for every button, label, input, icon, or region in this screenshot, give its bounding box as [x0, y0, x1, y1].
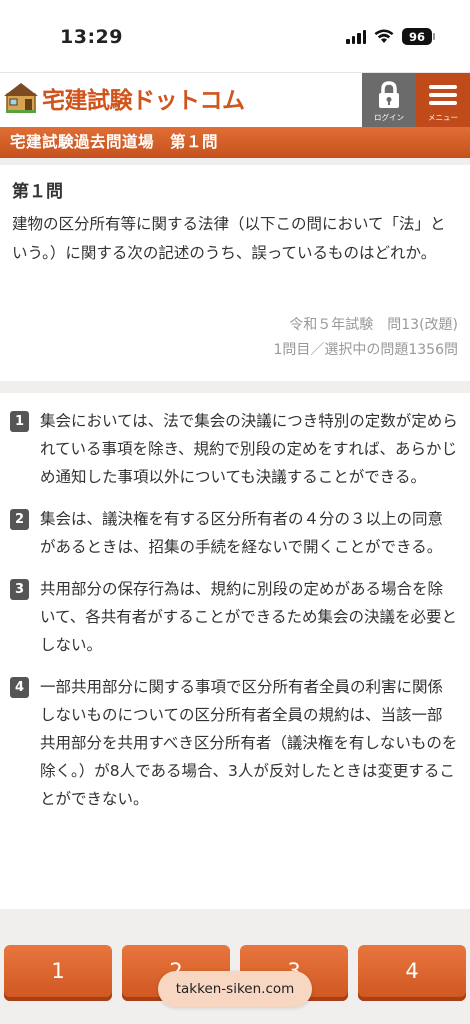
- choice-text: 集会においては、法で集会の決議につき特別の定数が定められている事項を除き、規約で…: [40, 412, 458, 486]
- choice-text: 集会は、議決権を有する区分所有者の４分の３以上の同意があるときは、招集の手続を経…: [40, 510, 444, 556]
- login-button[interactable]: ログイン: [362, 73, 416, 128]
- choices-list: 1 集会においては、法で集会の決議につき特別の定数が定められている事項を除き、規…: [0, 393, 470, 909]
- battery-icon: 96: [402, 28, 435, 45]
- choice-number-badge: 1: [10, 411, 29, 432]
- status-time: 13:29: [60, 26, 123, 48]
- answer-button-4[interactable]: 4: [358, 945, 466, 1001]
- choice-item: 2 集会は、議決権を有する区分所有者の４分の３以上の同意があるときは、招集の手続…: [10, 505, 458, 561]
- signal-icon: [346, 29, 366, 44]
- site-header: 宅建試験ドットコム ログイン メニュー: [0, 72, 470, 128]
- answer-button-1[interactable]: 1: [4, 945, 112, 1001]
- page-breadcrumb: 宅建試験過去問道場 第１問: [0, 127, 470, 158]
- house-icon: [4, 83, 38, 113]
- choice-item: 4 一部共用部分に関する事項で区分所有者全員の利害に関係しないものについての区分…: [10, 673, 458, 813]
- choice-text: 一部共用部分に関する事項で区分所有者全員の利害に関係しないものについての区分所有…: [40, 678, 458, 808]
- logo-text: 宅建試験ドットコム: [42, 88, 245, 114]
- choice-number-badge: 4: [10, 677, 29, 698]
- battery-level: 96: [408, 29, 425, 44]
- menu-button[interactable]: メニュー: [416, 73, 470, 128]
- status-icons: 96: [346, 28, 435, 45]
- choice-item: 3 共用部分の保存行為は、規約に別段の定めがある場合を除いて、各共有者がすること…: [10, 575, 458, 659]
- hamburger-icon: [429, 81, 457, 109]
- question-meta: 令和５年試験 問13(改題) 1問目／選択中の問題1356問: [273, 313, 458, 363]
- choice-text: 共用部分の保存行為は、規約に別段の定めがある場合を除いて、各共有者がすることがで…: [40, 580, 457, 654]
- question-source: 令和５年試験 問13(改題): [289, 317, 458, 333]
- choice-number-badge: 2: [10, 509, 29, 530]
- browser-url-pill[interactable]: takken-siken.com: [158, 971, 312, 1007]
- question-card: 第１問 建物の区分所有等に関する法律（以下この問において「法」という。）に関する…: [0, 165, 470, 381]
- status-bar: 13:29 96: [0, 0, 470, 72]
- site-logo[interactable]: 宅建試験ドットコム: [4, 81, 245, 115]
- choice-item: 1 集会においては、法で集会の決議につき特別の定数が定められている事項を除き、規…: [10, 407, 458, 491]
- question-text: 建物の区分所有等に関する法律（以下この問において「法」という。）に関する次の記述…: [12, 215, 446, 262]
- login-label: ログイン: [374, 113, 404, 122]
- lock-icon: [379, 81, 399, 108]
- wifi-icon: [374, 29, 394, 43]
- question-progress: 1問目／選択中の問題1356問: [273, 342, 458, 358]
- choice-number-badge: 3: [10, 579, 29, 600]
- question-title: 第１問: [12, 182, 63, 202]
- menu-label: メニュー: [428, 113, 458, 122]
